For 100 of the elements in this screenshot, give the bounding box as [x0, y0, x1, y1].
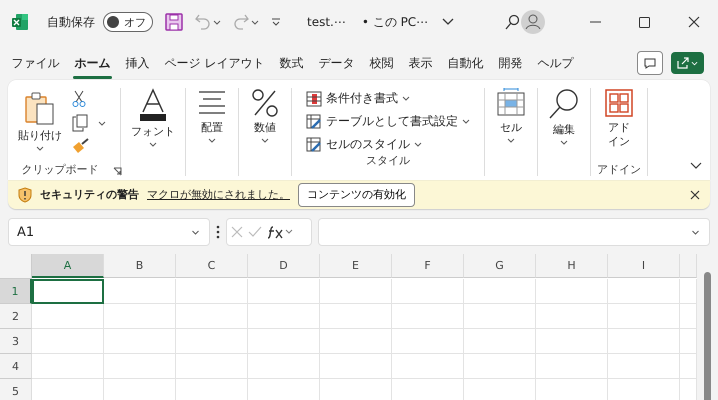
scrollbar-thumb[interactable]: [704, 272, 711, 400]
column-header[interactable]: B: [104, 254, 176, 278]
column-header[interactable]: G: [464, 254, 536, 278]
column-header[interactable]: C: [176, 254, 248, 278]
caret-icon: [36, 146, 44, 151]
column-header[interactable]: E: [320, 254, 392, 278]
style-menu-button[interactable]: テーブルとして書式設定: [306, 113, 470, 130]
search-icon: [548, 88, 580, 120]
close-icon[interactable]: [690, 190, 700, 200]
column-header[interactable]: I: [608, 254, 680, 278]
avatar-icon[interactable]: [521, 10, 545, 34]
conditional-format-icon: [306, 90, 322, 106]
app-logo-icon: [11, 13, 29, 31]
group-label: スタイル: [366, 153, 410, 167]
table-brush-icon: [306, 114, 322, 130]
ribbon-tab[interactable]: ページ レイアウト: [157, 50, 272, 76]
column-header[interactable]: F: [392, 254, 464, 278]
close-icon[interactable]: [688, 16, 700, 28]
table-brush-icon: [306, 136, 322, 152]
customize-toolbar-icon[interactable]: [271, 18, 281, 26]
caret-icon: [690, 230, 701, 234]
file-location: • この PC⋯: [362, 14, 428, 30]
shield-warning-icon: [18, 186, 32, 202]
chevron-down-icon[interactable]: [690, 162, 702, 170]
more-icon[interactable]: [216, 225, 220, 239]
ribbon-tab[interactable]: データ: [310, 50, 362, 76]
maximize-icon[interactable]: [639, 16, 650, 28]
share-button[interactable]: [671, 52, 704, 74]
format-painter-icon[interactable]: [72, 138, 90, 154]
warning-title: セキュリティの警告: [40, 187, 139, 202]
caret-icon: [213, 20, 221, 24]
ribbon-tab[interactable]: ファイル: [4, 50, 67, 76]
redo-icon[interactable]: [233, 14, 249, 30]
caret-icon: [149, 142, 157, 147]
ribbon-tab[interactable]: 表示: [400, 50, 440, 76]
row-header[interactable]: 2: [0, 304, 32, 329]
column-header[interactable]: H: [536, 254, 608, 278]
ribbon-tab[interactable]: 数式: [272, 50, 311, 76]
ribbon-button[interactable]: セル: [492, 88, 530, 143]
ribbon-button[interactable]: 編集: [544, 88, 584, 145]
style-menu-button[interactable]: 条件付き書式: [306, 90, 470, 107]
ribbon-button[interactable]: 配置: [193, 88, 231, 143]
caret-icon: [414, 142, 422, 147]
autosave-toggle[interactable]: オフ: [103, 12, 153, 32]
comments-button[interactable]: [637, 51, 663, 75]
select-all-corner[interactable]: [0, 254, 32, 279]
group-label: クリップボード: [22, 162, 98, 176]
group-label: アドイン: [597, 162, 641, 176]
share-icon: [677, 57, 689, 69]
dialog-launcher-icon[interactable]: [113, 167, 122, 176]
ribbon-tab[interactable]: 挿入: [118, 50, 157, 76]
caret-icon: [251, 20, 259, 24]
percent-icon: [251, 88, 279, 118]
row-header[interactable]: 3: [0, 329, 32, 354]
chevron-down-icon[interactable]: [442, 18, 454, 26]
caret-icon: [98, 120, 106, 126]
font-color-icon: [137, 88, 169, 122]
ribbon-tab[interactable]: 校閲: [362, 50, 401, 76]
comment-icon: [644, 58, 656, 68]
paste-button[interactable]: 貼り付け: [14, 88, 66, 151]
copy-icon[interactable]: [72, 114, 88, 132]
enable-content-button[interactable]: コンテンツの有効化: [298, 182, 415, 206]
caret-icon: [208, 138, 216, 143]
minimize-icon[interactable]: [590, 21, 601, 23]
add-ins-icon: [604, 88, 634, 118]
caret-icon: [507, 138, 515, 143]
column-header[interactable]: A: [32, 254, 104, 278]
column-header[interactable]: D: [248, 254, 320, 278]
ribbon-button[interactable]: 数値: [247, 88, 283, 143]
ribbon-tab[interactable]: ヘルプ: [530, 50, 581, 76]
caret-icon: [190, 230, 201, 234]
caret-icon: [691, 60, 698, 66]
ribbon-button[interactable]: アドイン: [600, 88, 638, 148]
save-icon[interactable]: [165, 13, 183, 31]
caret-icon: [462, 119, 470, 124]
paste-icon: [25, 92, 55, 126]
row-header[interactable]: 1: [0, 279, 32, 304]
column-header[interactable]: [680, 254, 697, 278]
search-icon[interactable]: [504, 14, 520, 30]
caret-icon: [402, 96, 410, 101]
file-name: test.⋯: [307, 15, 346, 29]
macro-link[interactable]: マクロが無効にされました。: [147, 187, 290, 202]
name-box[interactable]: A1: [8, 218, 210, 246]
ribbon-tab[interactable]: 開発: [490, 50, 530, 76]
style-menu-button[interactable]: セルのスタイル: [306, 136, 470, 153]
insert-function-icon[interactable]: [267, 224, 295, 240]
undo-icon[interactable]: [195, 14, 211, 30]
row-header[interactable]: 4: [0, 354, 32, 379]
check-icon[interactable]: [248, 226, 262, 238]
ribbon-tab[interactable]: 自動化: [440, 50, 491, 76]
autosave-label: 自動保存: [47, 14, 95, 30]
cancel-icon[interactable]: [231, 226, 243, 238]
ribbon-button[interactable]: フォント: [127, 88, 179, 147]
caret-icon: [560, 140, 568, 145]
cut-icon[interactable]: [72, 90, 86, 108]
cells-icon: [496, 88, 526, 118]
grid-cell[interactable]: [32, 279, 104, 304]
row-header[interactable]: 5: [0, 379, 32, 400]
formula-field[interactable]: [318, 218, 710, 246]
caret-icon: [261, 138, 269, 143]
